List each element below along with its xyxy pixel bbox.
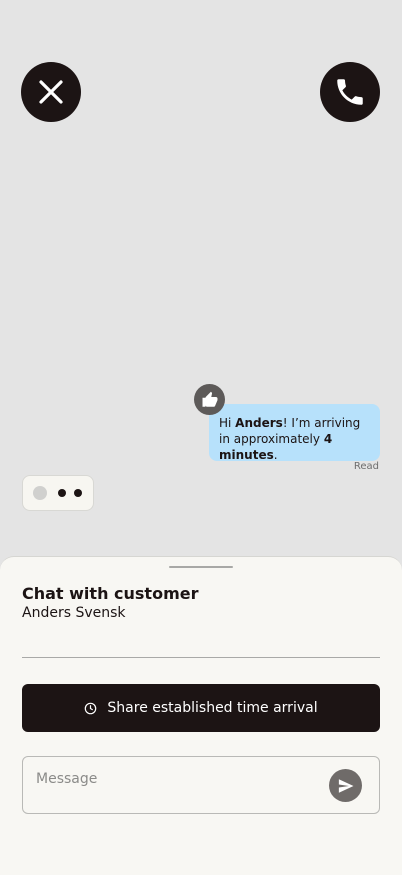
send-icon (338, 778, 353, 793)
close-button[interactable] (21, 62, 81, 122)
typing-dot (58, 489, 66, 497)
thumbs-up-icon (202, 391, 217, 407)
message-bubble[interactable]: Hi Anders! I’m arriving in approximately… (209, 404, 380, 462)
typing-dot (74, 489, 82, 497)
sheet-drag-handle[interactable] (169, 566, 233, 568)
chat-bottom-sheet: Chat with customer Anders Svensk Share e… (0, 556, 402, 875)
customer-name: Anders Svensk (22, 605, 126, 621)
send-button[interactable] (329, 769, 362, 802)
close-icon (39, 80, 63, 104)
call-button[interactable] (320, 62, 380, 122)
divider (22, 657, 380, 658)
message-customer-name: Anders (235, 416, 283, 430)
share-arrival-time-button[interactable]: Share established time arrival (22, 684, 380, 732)
reaction-badge[interactable] (194, 384, 225, 415)
share-arrival-time-label: Share established time arrival (107, 700, 318, 716)
message-input[interactable]: Message (22, 756, 380, 814)
typing-indicator (22, 475, 94, 511)
sheet-title: Chat with customer (22, 584, 199, 603)
message-text-prefix: Hi (219, 416, 236, 430)
read-status: Read (353, 461, 379, 472)
phone-icon (337, 79, 363, 105)
typing-avatar-dot (33, 486, 47, 500)
message-placeholder: Message (36, 771, 98, 787)
message-text-suffix: . (273, 448, 278, 462)
clock-icon (85, 702, 97, 714)
